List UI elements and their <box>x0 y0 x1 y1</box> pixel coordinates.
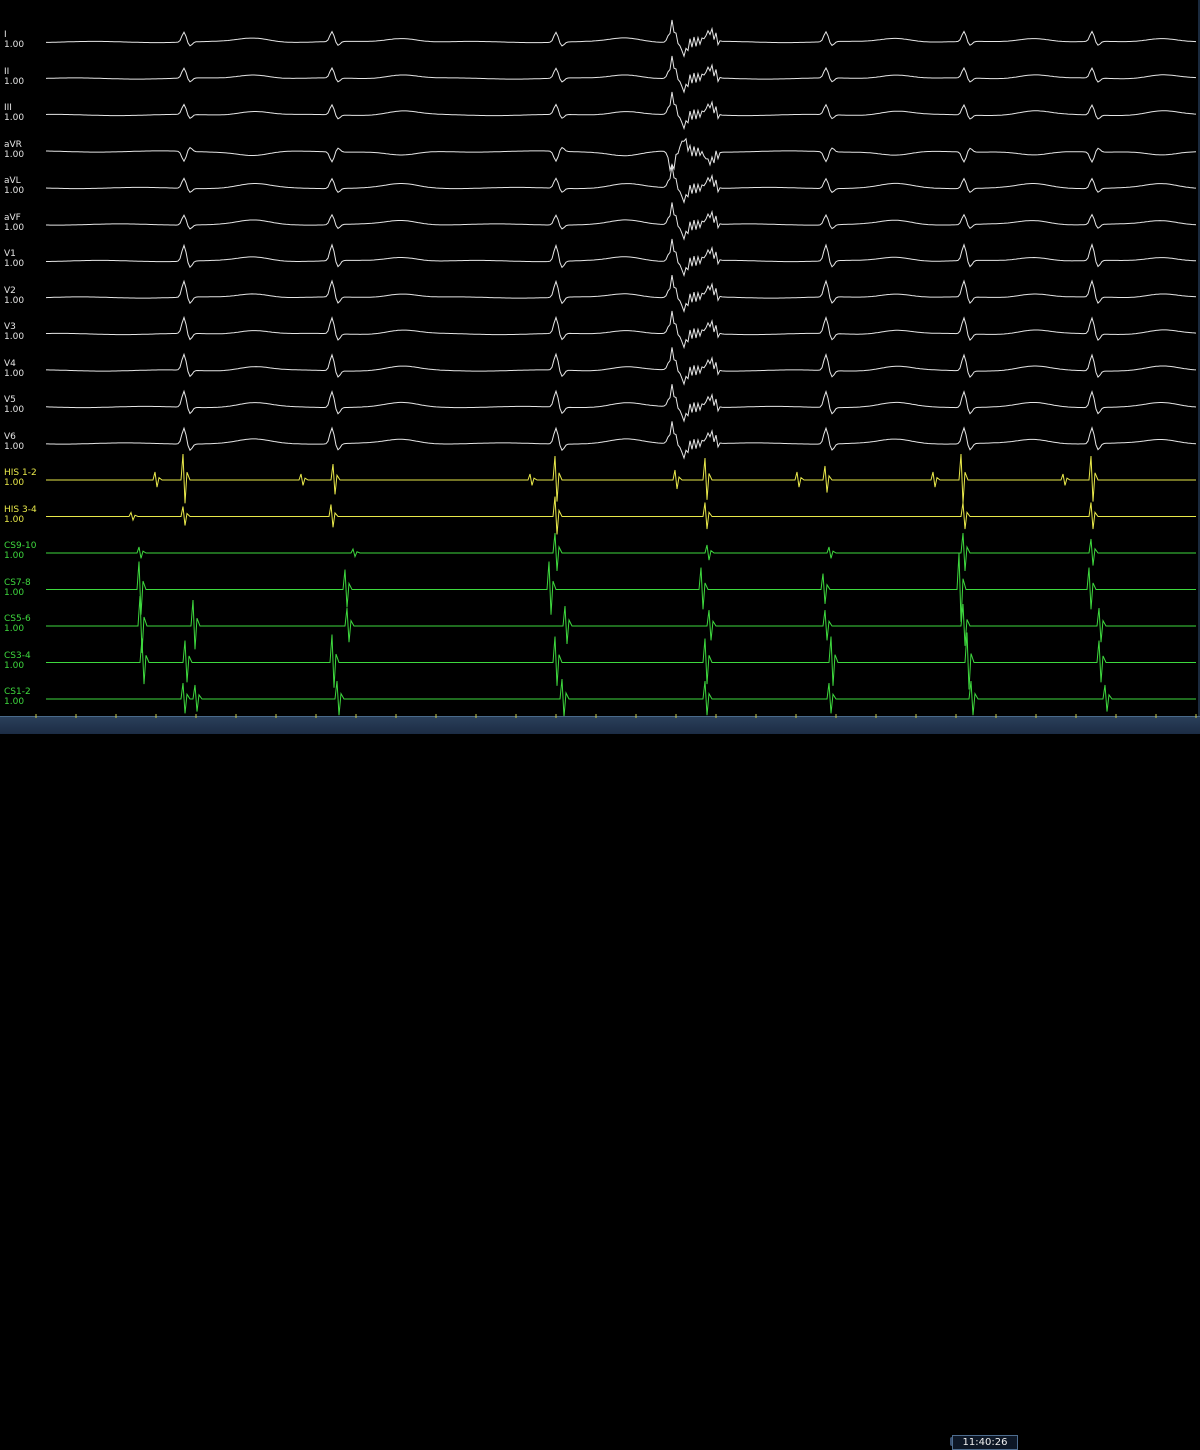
channel-name: CS3-4 <box>4 650 31 661</box>
trace-iii <box>45 91 1197 131</box>
channel-gain: 1.00 <box>4 368 25 379</box>
channel-label[interactable]: V6 1.00 <box>4 432 24 452</box>
trace-v1 <box>46 238 1196 277</box>
channel-gain: 1.00 <box>4 551 25 561</box>
channel-gain: 1.00 <box>4 441 25 452</box>
trace-cs3-4 <box>46 632 1196 690</box>
channel-gain: 1.00 <box>4 295 25 306</box>
trace-cs1-2 <box>46 678 1196 716</box>
channel-name: III <box>4 103 12 113</box>
channel-label[interactable]: V5 1.00 <box>4 395 24 415</box>
channel-name: II <box>4 66 10 77</box>
trace-cs5-6 <box>46 595 1196 654</box>
channel-name: CS5-6 <box>4 614 31 624</box>
channel-label[interactable]: II 1.00 <box>4 67 24 87</box>
channel-label[interactable]: HIS 1-2 1.00 <box>4 468 37 488</box>
trace-v3 <box>46 310 1197 350</box>
channel-name: V6 <box>4 431 16 442</box>
channel-label[interactable]: CS9-10 1.00 <box>4 541 36 561</box>
channel-gain: 1.00 <box>4 624 25 634</box>
channel-label[interactable]: HIS 3-4 1.00 <box>4 505 37 525</box>
time-scroll-bar[interactable]: 11:40:26 <box>0 716 1200 1450</box>
channel-name: aVR <box>4 139 22 150</box>
trace-v5 <box>45 384 1197 423</box>
channel-name: V3 <box>4 322 16 332</box>
channel-gain: 1.00 <box>4 222 25 233</box>
channel-gain: 1.00 <box>4 478 25 488</box>
trace-avf <box>46 202 1197 241</box>
channel-label[interactable]: CS3-4 1.00 <box>4 651 31 671</box>
channel-name: V5 <box>4 395 16 405</box>
channel-name: aVL <box>4 176 21 186</box>
channel-gain: 1.00 <box>4 186 25 196</box>
channel-label[interactable]: V3 1.00 <box>4 322 24 342</box>
channel-name: V2 <box>4 285 16 296</box>
channel-gain: 1.00 <box>4 259 25 269</box>
channel-name: CS1-2 <box>4 687 31 697</box>
channel-gain: 1.00 <box>4 405 25 415</box>
channel-gain: 1.00 <box>4 149 25 160</box>
channel-gain: 1.00 <box>4 514 25 525</box>
channel-label[interactable]: III 1.00 <box>4 103 24 123</box>
channel-name: CS9-10 <box>4 541 37 551</box>
channel-name: I <box>4 30 7 40</box>
trace-v2 <box>45 275 1197 313</box>
channel-label[interactable]: CS1-2 1.00 <box>4 687 31 707</box>
signal-traces <box>45 19 1197 716</box>
channel-name: HIS 1-2 <box>4 468 37 478</box>
channel-gain: 1.00 <box>4 332 25 342</box>
ep-recording-viewer: I 1.00 II 1.00 III 1.00 aVR 1.00 aVL 1.00 aVF 1.00 V… <box>0 0 1200 1450</box>
channel-gain: 1.00 <box>4 40 25 50</box>
trace-v6 <box>46 421 1197 460</box>
channel-label[interactable]: aVR 1.00 <box>4 140 24 160</box>
timestamp-readout: 11:40:26 <box>952 1435 1018 1450</box>
channel-gain: 1.00 <box>4 660 25 671</box>
trace-avl <box>45 165 1197 204</box>
trace-i <box>46 19 1197 58</box>
trace-his-1-2 <box>46 453 1196 504</box>
channel-label[interactable]: V1 1.00 <box>4 249 24 269</box>
channel-label[interactable]: aVF 1.00 <box>4 213 24 233</box>
channel-label[interactable]: V4 1.00 <box>4 359 24 379</box>
channel-label[interactable]: I 1.00 <box>4 30 24 50</box>
channel-label[interactable]: aVL 1.00 <box>4 176 24 196</box>
trace-his-3-4 <box>46 496 1196 535</box>
trace-cs9-10 <box>46 532 1196 572</box>
channel-gain: 1.00 <box>4 587 25 598</box>
channel-name: V1 <box>4 249 16 259</box>
channel-label[interactable]: CS7-8 1.00 <box>4 578 31 598</box>
channel-name: aVF <box>4 212 21 223</box>
channel-gain: 1.00 <box>4 113 25 123</box>
channel-gain: 1.00 <box>4 697 25 707</box>
channel-label[interactable]: V2 1.00 <box>4 286 24 306</box>
channel-gain: 1.00 <box>4 76 25 87</box>
trace-ii <box>45 55 1197 94</box>
trace-v4 <box>46 347 1197 386</box>
channel-name: CS7-8 <box>4 577 31 588</box>
channel-name: HIS 3-4 <box>4 504 37 515</box>
trace-cs7-8 <box>46 553 1196 622</box>
channel-label[interactable]: CS5-6 1.00 <box>4 614 31 634</box>
channel-name: V4 <box>4 358 16 369</box>
time-ticks <box>35 714 1197 718</box>
trace-avr <box>46 137 1197 172</box>
